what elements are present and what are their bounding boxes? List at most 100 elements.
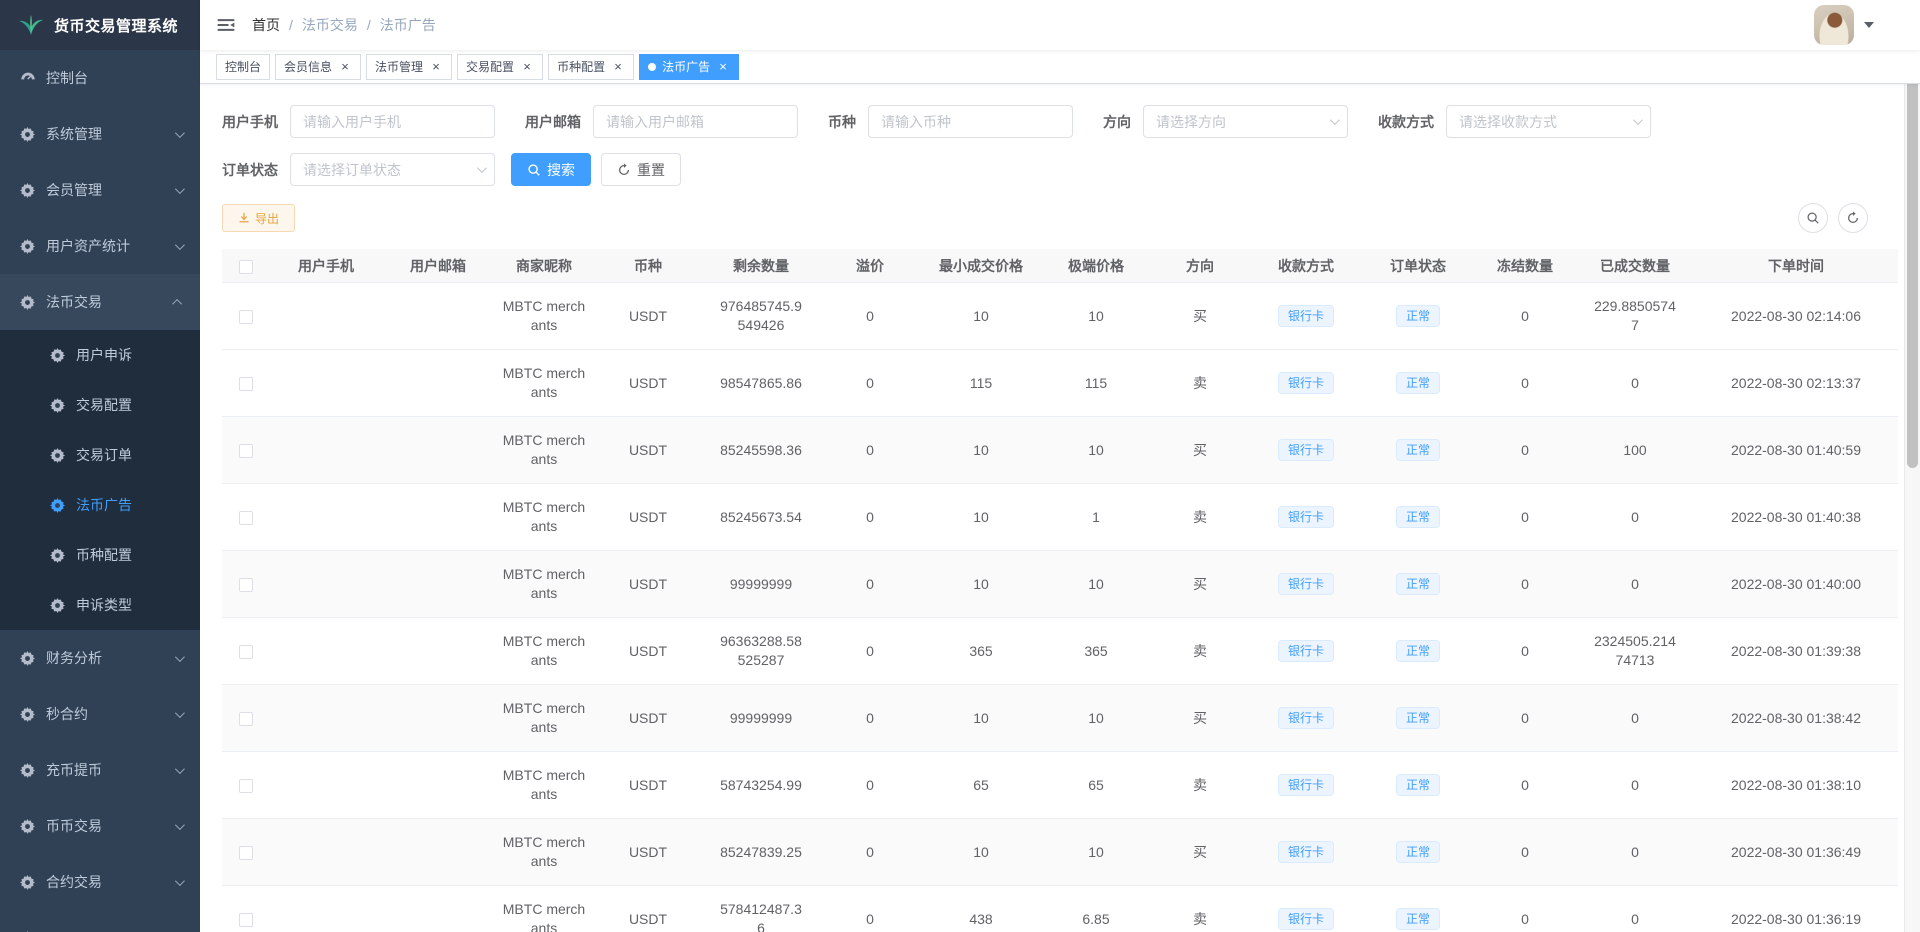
payment-tag: 银行卡: [1278, 506, 1334, 528]
close-icon[interactable]: ×: [429, 60, 443, 74]
row-checkbox[interactable]: [239, 310, 253, 324]
tab-会员信息[interactable]: 会员信息×: [275, 54, 361, 80]
sidebar-subitem-label: 币种配置: [76, 545, 182, 565]
scrollbar-thumb[interactable]: [1907, 28, 1918, 468]
close-icon[interactable]: ×: [611, 60, 625, 74]
cell-merchant: MBTC merchants: [494, 431, 594, 469]
row-checkbox[interactable]: [239, 846, 253, 860]
sidebar-item-控制台[interactable]: 控制台: [0, 50, 200, 106]
cell-frozen: 0: [1474, 441, 1576, 460]
select-all-checkbox[interactable]: [239, 260, 253, 274]
filter-order-status: 订单状态 请选择订单状态 搜索: [222, 153, 681, 186]
sidebar-subitem-币种配置[interactable]: 币种配置: [0, 530, 200, 580]
search-button[interactable]: 搜索: [511, 153, 591, 186]
app-logo[interactable]: 货币交易管理系统: [0, 0, 200, 50]
table-header-row: 用户手机用户邮箱商家昵称币种剩余数量溢价最小成交价格极端价格方向收款方式订单状态…: [222, 249, 1898, 283]
reset-button[interactable]: 重置: [601, 153, 681, 186]
cell-filled: 0: [1576, 776, 1694, 795]
status-tag: 正常: [1396, 372, 1440, 394]
column-header-商家昵称: 商家昵称: [494, 256, 594, 276]
row-select-cell: [222, 374, 270, 393]
sidebar-item-合约交易[interactable]: 合约交易: [0, 854, 200, 910]
payment-select[interactable]: 请选择收款方式: [1446, 105, 1651, 138]
search-button-label: 搜索: [547, 160, 575, 180]
close-icon[interactable]: ×: [716, 60, 730, 74]
tab-label: 控制台: [225, 58, 261, 75]
tab-币种配置[interactable]: 币种配置×: [548, 54, 634, 80]
column-header-已成交数量: 已成交数量: [1576, 256, 1694, 276]
row-checkbox[interactable]: [239, 377, 253, 391]
sidebar-subitem-交易配置[interactable]: 交易配置: [0, 380, 200, 430]
email-input[interactable]: [593, 105, 798, 138]
gear-icon: [20, 707, 46, 722]
sidebar-item-财务分析[interactable]: 财务分析: [0, 630, 200, 686]
export-button[interactable]: 导出: [222, 204, 295, 232]
sidebar-item-label: 币币交易: [46, 816, 175, 836]
chevron-down-icon: [175, 128, 185, 138]
close-icon[interactable]: ×: [338, 60, 352, 74]
gear-icon: [50, 498, 76, 513]
cell-payment: 银行卡: [1250, 439, 1362, 461]
table-toolbar: 导出: [222, 203, 1898, 233]
sidebar-subitem-法币广告[interactable]: 法币广告: [0, 480, 200, 530]
sidebar-item-币币交易[interactable]: 币币交易: [0, 798, 200, 854]
navbar: 首页/法币交易/法币广告: [200, 0, 1920, 50]
sidebar-subitem-用户申诉[interactable]: 用户申诉: [0, 330, 200, 380]
gear-icon: [20, 763, 46, 778]
cell-coin: USDT: [594, 374, 702, 393]
cell-remaining: 85245598.36: [702, 441, 820, 460]
chevron-down-icon: [175, 184, 185, 194]
cell-min_price: 65: [920, 776, 1042, 795]
cell-time: 2022-08-30 01:40:59: [1694, 441, 1898, 460]
breadcrumb-item[interactable]: 首页: [252, 15, 280, 35]
sidebar-item-系统管理[interactable]: 系统管理: [0, 106, 200, 162]
page-scrollbar[interactable]: [1904, 0, 1920, 932]
tab-控制台[interactable]: 控制台: [216, 54, 270, 80]
hamburger-icon[interactable]: [216, 15, 236, 35]
row-checkbox[interactable]: [239, 511, 253, 525]
cell-premium: 0: [820, 575, 920, 594]
table-search-toggle-button[interactable]: [1798, 203, 1828, 233]
row-checkbox[interactable]: [239, 779, 253, 793]
coin-input[interactable]: [868, 105, 1073, 138]
sidebar-item-用户资产统计[interactable]: 用户资产统计: [0, 218, 200, 274]
gear-icon: [20, 183, 46, 198]
sidebar-subitem-申诉类型[interactable]: 申诉类型: [0, 580, 200, 630]
tab-交易配置[interactable]: 交易配置×: [457, 54, 543, 80]
table-refresh-button[interactable]: [1838, 203, 1868, 233]
column-header-订单状态: 订单状态: [1362, 256, 1474, 276]
sidebar-item-充币提币[interactable]: 充币提币: [0, 742, 200, 798]
status-tag: 正常: [1396, 439, 1440, 461]
sidebar-item-partial-10[interactable]: [0, 910, 200, 932]
sidebar-subitem-交易订单[interactable]: 交易订单: [0, 430, 200, 480]
tab-法币广告[interactable]: 法币广告×: [639, 54, 739, 80]
breadcrumb-item: 法币广告: [380, 15, 436, 35]
direction-select[interactable]: 请选择方向: [1143, 105, 1348, 138]
payment-label: 收款方式: [1378, 112, 1434, 132]
caret-down-icon[interactable]: [1864, 22, 1874, 28]
phone-input[interactable]: [290, 105, 495, 138]
tab-label: 法币管理: [375, 58, 423, 75]
sidebar-subitem-label: 交易订单: [76, 445, 182, 465]
close-icon[interactable]: ×: [520, 60, 534, 74]
tab-法币管理[interactable]: 法币管理 ×: [366, 54, 452, 80]
order-status-select[interactable]: 请选择订单状态: [290, 153, 495, 186]
cell-remaining: 99999999: [702, 709, 820, 728]
row-checkbox[interactable]: [239, 645, 253, 659]
sidebar: 货币交易管理系统 控制台系统管理会员管理用户资产统计法币交易用户申诉交易配置交易…: [0, 0, 200, 932]
row-select-cell: [222, 642, 270, 661]
avatar[interactable]: [1814, 5, 1854, 45]
row-checkbox[interactable]: [239, 913, 253, 927]
chevron-down-icon: [175, 876, 185, 886]
cell-premium: 0: [820, 843, 920, 862]
row-checkbox[interactable]: [239, 712, 253, 726]
status-tag: 正常: [1396, 841, 1440, 863]
sidebar-item-秒合约[interactable]: 秒合约: [0, 686, 200, 742]
search-icon: [1806, 211, 1820, 225]
cell-filled: 0: [1576, 843, 1694, 862]
sidebar-item-法币交易[interactable]: 法币交易: [0, 274, 200, 330]
sidebar-item-会员管理[interactable]: 会员管理: [0, 162, 200, 218]
row-checkbox[interactable]: [239, 578, 253, 592]
filter-payment: 收款方式 请选择收款方式: [1378, 105, 1651, 138]
row-checkbox[interactable]: [239, 444, 253, 458]
